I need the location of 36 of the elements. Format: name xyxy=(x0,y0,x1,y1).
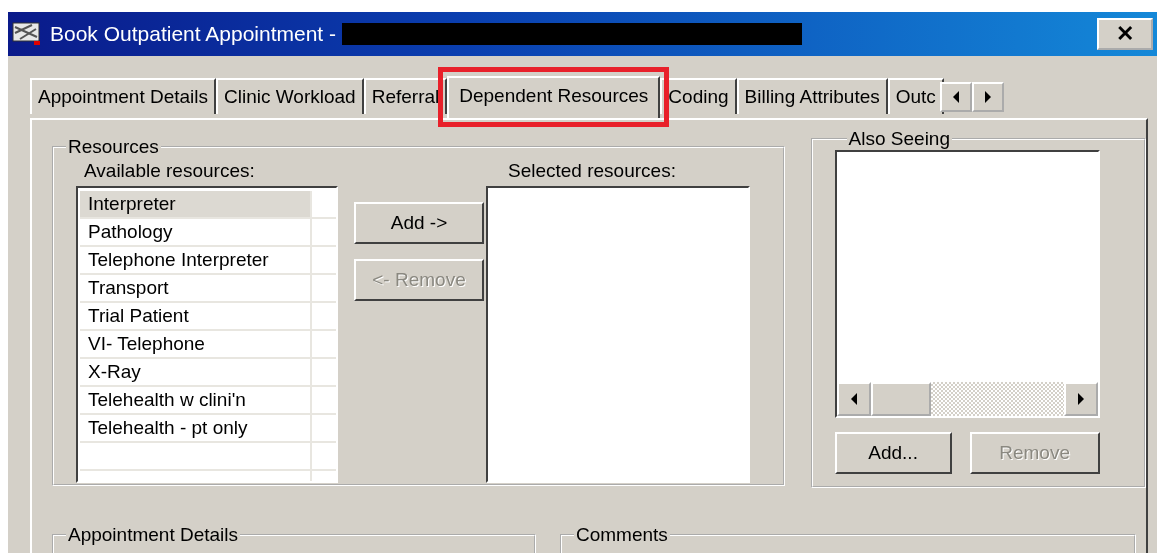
available-list[interactable]: Interpreter Pathology Telephone Interpreter Transport Trial Patient VI- Telephone X-Ray Telehealth w clini'n Telehealth - pt only xyxy=(76,186,338,483)
right-arrow-icon xyxy=(1076,393,1085,405)
add-button[interactable]: Add... xyxy=(834,432,952,474)
list-item[interactable]: VI- Telephone xyxy=(80,331,312,357)
scroll-left-button[interactable] xyxy=(939,82,972,112)
right-arrow-icon xyxy=(983,91,992,103)
tab[interactable]: Coding xyxy=(660,78,737,114)
list-item[interactable]: Pathology xyxy=(80,219,312,245)
app-icon xyxy=(12,21,42,47)
group-title: Also Seeing xyxy=(847,128,951,150)
list-item[interactable]: Transport xyxy=(80,275,312,301)
tab[interactable]: Clinic Workload xyxy=(216,78,364,114)
list-label: Selected resources: xyxy=(508,160,677,183)
list-item[interactable]: Telehealth w clini'n xyxy=(80,387,312,413)
list-item[interactable]: Telehealth - pt only xyxy=(80,415,312,441)
list-item[interactable]: Trial Patient xyxy=(80,303,312,329)
left-arrow-icon xyxy=(849,393,858,405)
group-title: Comments xyxy=(575,524,669,546)
also-seeing-list[interactable] xyxy=(834,150,1100,418)
tab[interactable]: Referral xyxy=(363,78,448,114)
list-label: Available resources: xyxy=(84,160,256,183)
group-title: Resources xyxy=(67,136,160,158)
list-item[interactable]: Telephone Interpreter xyxy=(80,247,312,273)
scroll-right-button[interactable] xyxy=(971,82,1004,112)
list-item[interactable]: Interpreter xyxy=(80,191,312,217)
close-button[interactable]: ✕ xyxy=(1097,18,1153,50)
add-button[interactable]: Add -> xyxy=(354,202,484,244)
left-arrow-icon xyxy=(951,91,960,103)
tab[interactable]: Billing Attributes xyxy=(736,78,888,114)
scroll-thumb[interactable] xyxy=(870,382,931,416)
list-item[interactable]: X-Ray xyxy=(80,359,312,385)
tab[interactable]: Appointment Details xyxy=(30,78,217,114)
tab[interactable]: Outc xyxy=(887,78,944,114)
window-title: Book Outpatient Appointment - xyxy=(50,22,336,46)
group-title: Appointment Details xyxy=(67,524,240,546)
horizontal-scrollbar[interactable] xyxy=(836,382,1098,416)
